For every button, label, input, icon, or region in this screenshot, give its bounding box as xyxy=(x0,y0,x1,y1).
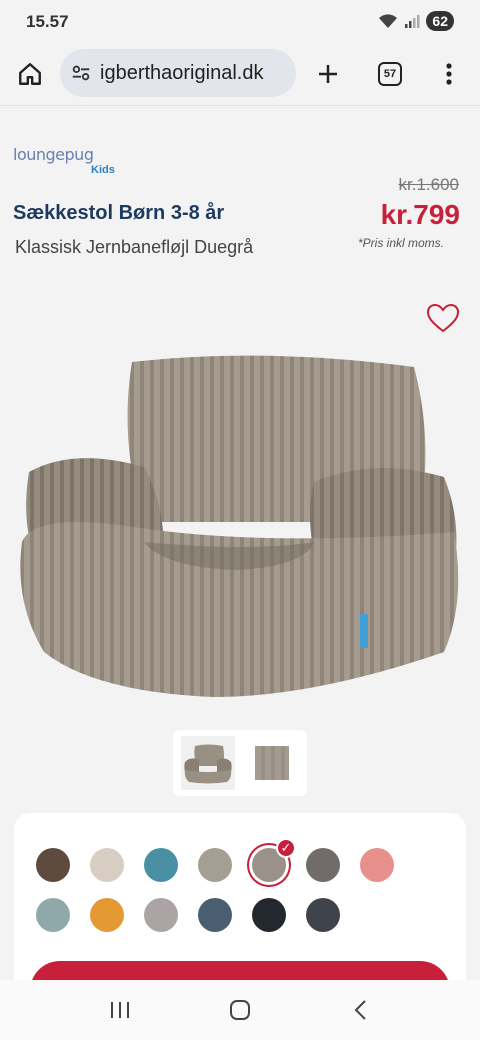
site-settings-icon xyxy=(72,65,90,81)
chair-thumbnail-icon xyxy=(184,744,232,784)
color-swatch[interactable] xyxy=(90,848,124,882)
price-old: kr.1.600 xyxy=(398,175,460,194)
image-thumbnails xyxy=(173,730,307,796)
product-subtitle: Klassisk Jernbanefløjl Duegrå xyxy=(15,237,254,257)
home-icon xyxy=(19,63,41,85)
system-nav-bar xyxy=(0,980,480,1040)
product-image[interactable] xyxy=(14,352,466,702)
more-vert-icon xyxy=(446,63,452,85)
status-bar: 15.57 62 xyxy=(0,0,480,42)
signal-icon xyxy=(405,15,420,28)
brand-logo[interactable]: loungepug Kids xyxy=(13,145,115,176)
recents-icon xyxy=(111,1002,129,1018)
menu-button[interactable] xyxy=(429,54,469,94)
product-title: Sækkestol Børn 3-8 år xyxy=(13,202,225,224)
home-button[interactable] xyxy=(10,54,50,94)
url-text: igberthaoriginal.dk xyxy=(100,61,264,84)
color-selector: ✓ xyxy=(14,813,466,980)
home-nav-button[interactable] xyxy=(220,990,260,1030)
status-icons: 62 xyxy=(378,11,454,31)
back-button[interactable] xyxy=(340,990,380,1030)
price-note: *Pris inkl moms. xyxy=(357,236,444,250)
back-icon xyxy=(354,1000,366,1020)
thumbnail-fabric[interactable] xyxy=(245,736,299,790)
selected-check-icon: ✓ xyxy=(276,838,296,858)
color-swatch[interactable] xyxy=(144,848,178,882)
color-swatch[interactable] xyxy=(198,898,232,932)
color-swatch[interactable] xyxy=(90,898,124,932)
product-page: loungepug Kids Sækkestol Børn 3-8 år Kla… xyxy=(0,107,480,980)
fabric-swatch-thumbnail xyxy=(255,746,289,780)
color-swatch[interactable] xyxy=(306,848,340,882)
recent-apps-button[interactable] xyxy=(100,990,140,1030)
color-swatch[interactable] xyxy=(360,848,394,882)
plus-icon xyxy=(319,65,337,83)
wishlist-button[interactable] xyxy=(426,303,460,338)
color-swatch[interactable] xyxy=(198,848,232,882)
home-circle-icon xyxy=(230,1000,250,1020)
address-bar[interactable]: igberthaoriginal.dk xyxy=(60,49,296,97)
thumbnail-chair[interactable] xyxy=(181,736,235,790)
wifi-icon xyxy=(379,14,398,28)
tabs-button[interactable]: 57 xyxy=(370,54,410,94)
price-current: kr.799 xyxy=(380,199,460,230)
color-swatch[interactable] xyxy=(36,848,70,882)
logo-sub: Kids xyxy=(91,164,115,176)
bean-bag-chair-image xyxy=(20,355,459,697)
tab-count: 57 xyxy=(378,62,402,86)
heart-icon xyxy=(426,303,460,333)
browser-toolbar: igberthaoriginal.dk 57 xyxy=(0,42,480,106)
status-time: 15.57 xyxy=(26,12,69,31)
color-swatch[interactable] xyxy=(306,898,340,932)
battery-indicator: 62 xyxy=(426,11,454,31)
new-tab-button[interactable] xyxy=(308,54,348,94)
logo-text: loungepug xyxy=(13,145,94,164)
color-swatch[interactable] xyxy=(36,898,70,932)
color-swatch[interactable] xyxy=(144,898,178,932)
add-to-cart-button[interactable] xyxy=(30,961,450,980)
color-swatch[interactable] xyxy=(252,898,286,932)
